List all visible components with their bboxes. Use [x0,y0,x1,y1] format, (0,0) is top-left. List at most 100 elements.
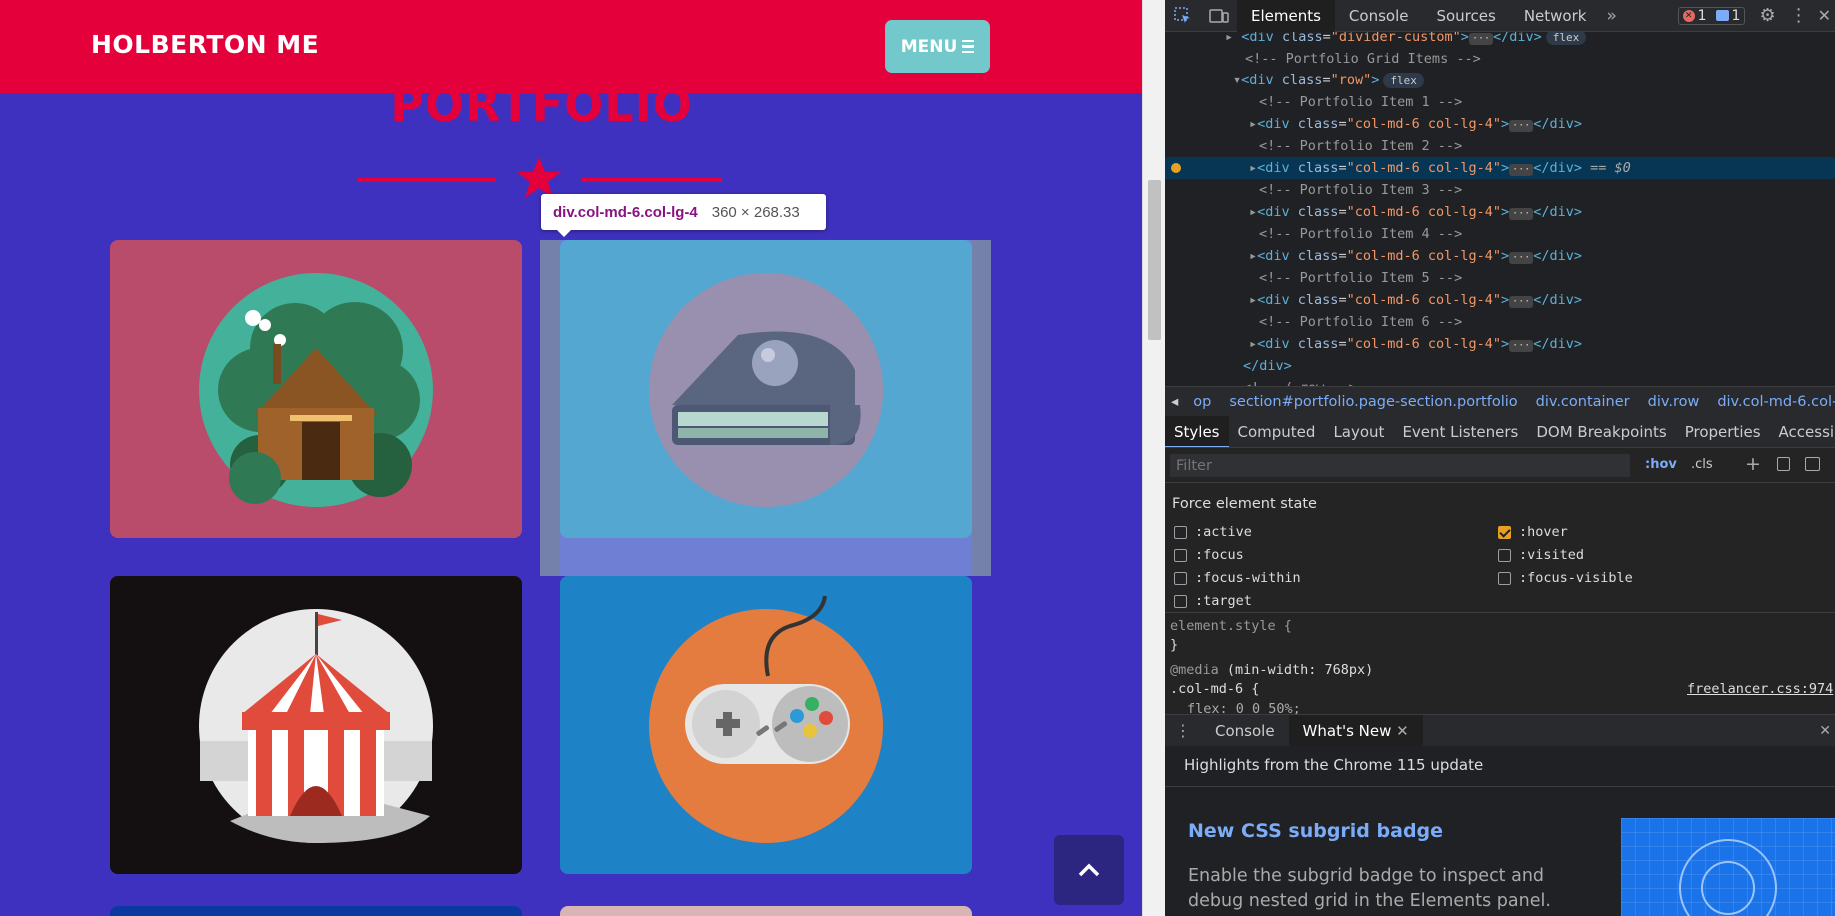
drawer-tab-label: What's New [1302,721,1392,740]
portfolio-item-cake[interactable] [560,240,972,538]
cabin-icon [199,273,433,507]
error-count: 1 [1697,7,1707,24]
styles-filter-input[interactable] [1170,454,1630,477]
portfolio-item-cabin[interactable] [110,240,522,538]
portfolio-item-game-controller[interactable] [560,576,972,874]
dom-node-item[interactable]: ▸<div class="col-md-6 col-lg-4"> ··· </div… [1249,201,1582,223]
add-rule-icon[interactable]: + [1745,453,1761,475]
state-label: :focus-within [1195,570,1301,586]
tab-layout[interactable]: Layout [1324,416,1393,447]
dom-comment[interactable]: <!-- Portfolio Item 4 --> [1259,223,1462,245]
breadcrumb-scroll-left-icon[interactable]: ◂ [1165,394,1184,410]
breadcrumb: ◂ op section#portfolio.page-section.port… [1165,386,1835,416]
dom-comment[interactable]: <!-- Portfolio Item 3 --> [1259,179,1462,201]
dom-node-item[interactable]: ▸<div class="col-md-6 col-lg-4"> ··· </div… [1249,289,1582,311]
checkbox-icon[interactable] [1174,525,1187,539]
breadcrumb-item[interactable]: div.row [1639,394,1709,410]
tab-network[interactable]: Network [1510,0,1601,32]
settings-gear-icon[interactable]: ⚙ [1751,5,1783,26]
tab-sources[interactable]: Sources [1422,0,1509,32]
checkbox-icon[interactable] [1174,548,1187,562]
dom-node-item[interactable]: ▸<div class="col-md-6 col-lg-4"> ··· </div… [1249,113,1582,135]
paint-brush-icon[interactable] [1777,457,1790,471]
tab-event-listeners[interactable]: Event Listeners [1393,416,1527,447]
checkbox-icon[interactable] [1174,571,1187,585]
drawer-tab-whats-new[interactable]: What's New ✕ [1288,714,1423,747]
checkbox-icon[interactable] [1174,594,1187,608]
dom-comment[interactable]: <!-- Portfolio Item 2 --> [1259,135,1462,157]
page-scrollbar[interactable] [1142,0,1165,916]
state-focus-visible[interactable]: :focus-visible [1498,570,1633,586]
scroll-to-top-button[interactable] [1054,835,1124,905]
toggle-sidebar-icon[interactable] [1805,457,1820,471]
close-devtools-icon[interactable]: ✕ [1814,6,1835,25]
divider [1165,786,1835,787]
state-hover[interactable]: :hover [1498,524,1568,540]
page-scrollbar-thumb[interactable] [1148,180,1161,340]
hov-toggle[interactable]: :hov [1645,457,1677,472]
dom-comment[interactable]: <!-- Portfolio Item 6 --> [1259,311,1462,333]
checkbox-icon[interactable] [1498,548,1511,562]
tab-elements[interactable]: Elements [1237,0,1335,32]
dom-comment[interactable]: <!-- / row --> [1243,377,1357,386]
state-label: :visited [1519,547,1585,563]
device-toolbar-icon[interactable] [1201,8,1237,24]
whats-new-item-title[interactable]: New CSS subgrid badge [1188,820,1443,842]
state-visited[interactable]: :visited [1498,547,1584,563]
message-icon [1715,10,1729,21]
close-tab-icon[interactable]: ✕ [1396,722,1409,740]
css-rules-pane: element.style { } @media (min-width: 768… [1165,612,1835,717]
breadcrumb-item[interactable]: op [1184,394,1220,410]
portfolio-item-circus[interactable] [110,576,522,874]
menu-button[interactable]: MENU [885,20,990,73]
kebab-menu-icon[interactable]: ⋮ [1784,5,1814,26]
element-style-rule[interactable]: element.style { [1170,618,1292,634]
tab-properties[interactable]: Properties [1676,416,1770,447]
dom-tree: ▸ <div class="divider-custom"> ··· </div> f… [1165,32,1835,386]
tab-accessibility[interactable]: Accessibility [1770,416,1835,447]
inspect-tooltip: div.col-md-6.col-lg-4 360 × 268.33 [541,194,826,237]
portfolio-item-6[interactable] [560,906,972,916]
checkbox-icon[interactable] [1498,571,1511,585]
tab-dom-breakpoints[interactable]: DOM Breakpoints [1527,416,1675,447]
state-focus[interactable]: :focus [1174,547,1244,563]
dom-comment[interactable]: <!-- Portfolio Item 1 --> [1259,91,1462,113]
tab-styles[interactable]: Styles [1165,416,1229,447]
state-target[interactable]: :target [1174,593,1252,609]
styles-filter-bar: :hov .cls + [1165,448,1835,483]
state-active[interactable]: :active [1174,524,1252,540]
dom-node-item-selected[interactable]: ▸<div class="col-md-6 col-lg-4"> ··· </div… [1165,157,1835,179]
media-query: (min-width: 768px) [1226,662,1374,678]
tab-computed[interactable]: Computed [1229,416,1325,447]
drawer-tab-console[interactable]: Console [1201,715,1289,747]
state-label: :focus [1195,547,1244,563]
tab-console[interactable]: Console [1335,0,1423,32]
error-counter[interactable]: ✕ 1 1 [1677,6,1746,25]
hamburger-icon [962,39,975,54]
rule-selector[interactable]: .col-md-6 { [1170,681,1259,697]
close-drawer-icon[interactable]: ✕ [1815,723,1835,739]
brand-logo[interactable]: HOLBERTON ME [91,30,319,59]
breadcrumb-item[interactable]: div.container [1527,394,1639,410]
portfolio-item-5[interactable] [110,906,522,916]
state-focus-within[interactable]: :focus-within [1174,570,1301,586]
dom-comment[interactable]: <!-- Portfolio Item 5 --> [1259,267,1462,289]
dom-node-divider[interactable]: ▸ <div class="divider-custom"> ··· </div> f… [1225,32,1587,48]
breadcrumb-item[interactable]: div.col-md-6.col-lg-4 [1708,394,1835,410]
dom-node-row[interactable]: ▾<div class="row"> flex [1233,69,1424,91]
checkbox-checked-icon[interactable] [1498,525,1511,539]
dom-node-item[interactable]: ▸<div class="col-md-6 col-lg-4"> ··· </div… [1249,333,1582,355]
cls-toggle[interactable]: .cls [1691,457,1713,472]
drawer-menu-icon[interactable]: ⋮ [1165,721,1201,740]
dom-close-tag[interactable]: </div> [1243,355,1292,377]
more-tabs-icon[interactable]: » [1600,6,1622,26]
inspect-element-icon[interactable] [1165,6,1201,25]
dom-node-item[interactable]: ▸<div class="col-md-6 col-lg-4"> ··· </div… [1249,245,1582,267]
devtools-tab-bar: Elements Console Sources Network » ✕ 1 1… [1165,0,1835,32]
breadcrumb-item[interactable]: section#portfolio.page-section.portfolio [1220,394,1526,410]
dom-comment[interactable]: <!-- Portfolio Grid Items --> [1245,48,1481,70]
state-label: :target [1195,593,1252,609]
source-link[interactable]: freelancer.css:974 [1687,681,1833,697]
drawer-tab-bar: ⋮ Console What's New ✕ ✕ [1165,714,1835,747]
message-count: 1 [1731,7,1741,24]
